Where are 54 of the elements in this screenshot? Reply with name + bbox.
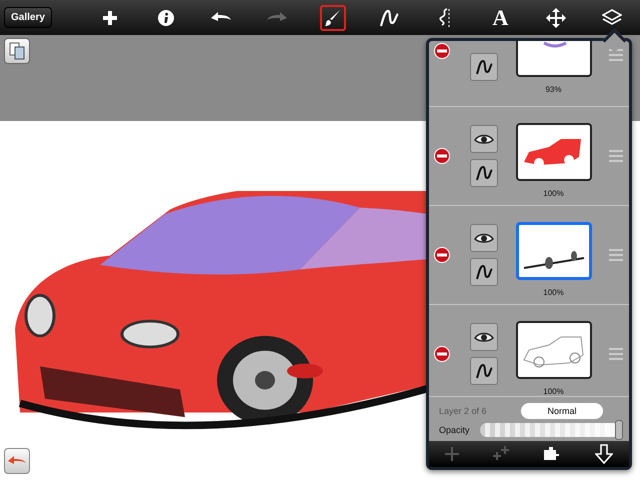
layer-thumbnail[interactable] [516, 222, 592, 280]
plus-icon [445, 447, 460, 461]
squiggle-icon [475, 363, 493, 379]
squiggle-icon [475, 59, 493, 75]
move-icon [546, 8, 566, 28]
blend-mode-button[interactable]: Normal [521, 403, 603, 419]
reorder-handle-icon[interactable] [609, 49, 623, 61]
wavy-line-icon [438, 8, 451, 28]
brush-stroke-button[interactable] [470, 53, 498, 81]
undo-icon [211, 12, 232, 24]
brush-stroke-button[interactable] [470, 357, 498, 385]
eye-icon [474, 232, 494, 244]
delete-layer-icon[interactable] [434, 346, 450, 362]
delete-layer-icon[interactable] [434, 148, 450, 164]
reorder-handle-icon[interactable] [609, 348, 623, 360]
layer-opacity-value: 100% [543, 288, 564, 296]
down-arrow-icon [594, 444, 613, 464]
reorder-handle-icon[interactable] [609, 150, 623, 162]
squiggle-icon [378, 8, 399, 26]
layer-opacity-value: 93% [545, 85, 562, 94]
plus-pair-icon [492, 446, 510, 462]
redo-icon [267, 12, 288, 24]
plus-icon [102, 10, 117, 24]
visibility-button[interactable] [470, 125, 498, 153]
copy-pages-icon [9, 42, 25, 60]
undo-icon [8, 455, 26, 467]
opacity-label: Opacity [439, 425, 470, 435]
brush-icon [325, 8, 341, 26]
delete-layer-icon[interactable] [434, 43, 450, 59]
opacity-slider[interactable] [480, 423, 623, 437]
move-down-layer-button[interactable] [594, 444, 613, 464]
brush-tool-button[interactable] [320, 4, 346, 30]
copy-layer-button[interactable] [4, 38, 30, 64]
info-icon [158, 10, 174, 26]
layer-thumbnail[interactable] [516, 41, 592, 77]
eye-icon [474, 331, 494, 343]
visibility-button[interactable] [470, 224, 498, 252]
gallery-button[interactable]: Gallery [4, 7, 52, 28]
undo-button[interactable] [4, 448, 30, 474]
text-tool-button[interactable]: A [487, 4, 514, 30]
layer-count-text: Layer 2 of 6 [439, 406, 488, 416]
layer-opacity-value: 100% [543, 386, 564, 396]
layer-thumbnail[interactable] [516, 122, 592, 180]
layers-icon [602, 8, 622, 26]
reorder-handle-icon[interactable] [609, 249, 623, 261]
eye-icon [474, 133, 494, 145]
brush-stroke-button[interactable] [470, 159, 498, 187]
brush-stroke-button[interactable] [470, 258, 498, 286]
squiggle-icon [475, 264, 493, 280]
visibility-button[interactable] [470, 323, 498, 351]
layer-opacity-value: 100% [543, 188, 564, 198]
squiggle-icon [475, 165, 493, 181]
delete-layer-icon[interactable] [434, 247, 450, 263]
layer-thumbnail[interactable] [516, 320, 592, 378]
